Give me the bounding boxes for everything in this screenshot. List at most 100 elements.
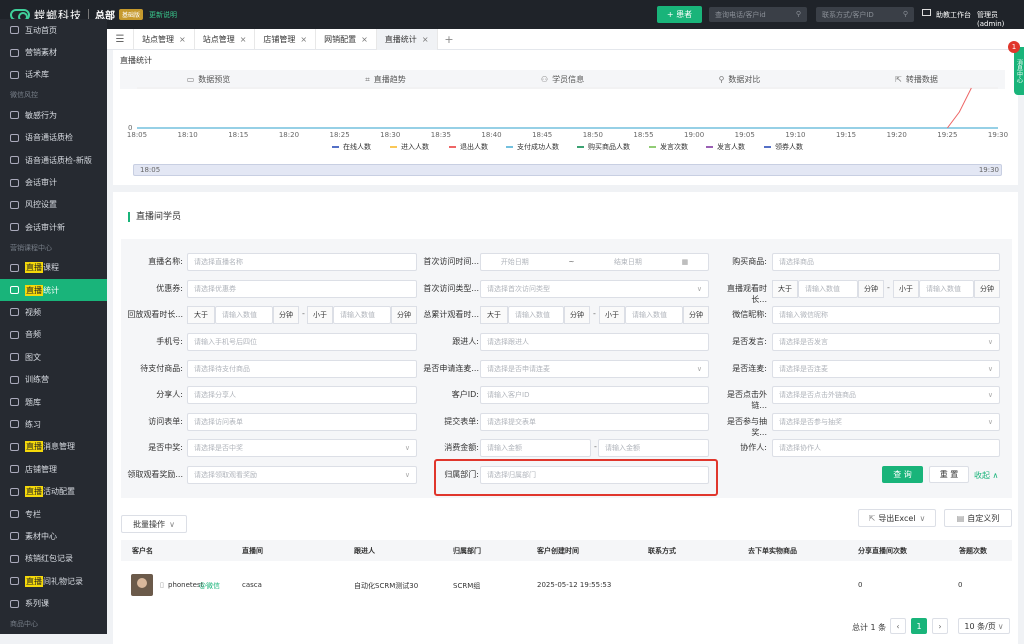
search-icon[interactable]: ⚲ <box>903 10 908 18</box>
total-count: 总计 1 条 <box>852 623 887 632</box>
tab-4[interactable]: 直播统计 × <box>375 29 437 50</box>
x-tick-label: 18:05 <box>127 131 147 139</box>
sharer-select[interactable]: 请选择分享人 <box>187 386 417 404</box>
mail-icon[interactable] <box>922 9 931 16</box>
legend-item[interactable]: 在线人数 <box>332 142 371 152</box>
sidebar-item-column[interactable]: 专栏 <box>0 503 107 525</box>
follower-select[interactable]: 请选择跟进人 <box>480 333 709 351</box>
sidebar-item-redpacket[interactable]: 核销红包记录 <box>0 548 107 570</box>
reset-button[interactable]: 重 置 <box>929 466 969 483</box>
lottery-select[interactable]: 请选择是否参与抽奖 ∨ <box>772 413 1000 431</box>
sidebar-item-live-stats[interactable]: 直播 统计 <box>0 278 107 302</box>
close-icon[interactable]: × <box>300 35 307 44</box>
contact-search-input[interactable]: 联系方式/客户ID ⚲ <box>816 7 914 22</box>
won-select[interactable]: 请选择是否中奖 ∨ <box>187 439 417 457</box>
search-icon[interactable]: ⚲ <box>796 10 801 18</box>
tab-0[interactable]: 站点管理 × <box>133 29 194 50</box>
query-button[interactable]: 查 询 <box>882 466 923 483</box>
sidebar-item-live-messages[interactable]: 直播 消息管理 <box>0 436 107 458</box>
sidebar-item-interaction-home[interactable]: 互动首页 <box>0 19 107 41</box>
first-visit-type-select[interactable]: 请选择首次访问类型 ∨ <box>480 280 709 298</box>
sidebar-item-label: 核销红包记录 <box>25 554 73 564</box>
add-patient-button[interactable]: + 患者 <box>657 6 702 23</box>
menu-toggle-icon[interactable]: ☰ <box>107 29 133 50</box>
sidebar-item-camp[interactable]: 训练营 <box>0 368 107 390</box>
legend-item[interactable]: 发言人数 <box>706 142 745 152</box>
won-placeholder: 请选择是否中奖 <box>194 444 243 452</box>
submit-form-select[interactable]: 请选择提交表单 <box>480 413 709 431</box>
calendar-icon[interactable]: ▦ <box>682 258 689 266</box>
prev-page-button[interactable]: ‹ <box>890 618 906 634</box>
applied-cs-select[interactable]: 请选择是否申请连麦 ∨ <box>480 360 709 378</box>
sidebar-item-video[interactable]: 视频 <box>0 301 107 323</box>
close-icon[interactable]: × <box>179 35 186 44</box>
time-range-slider[interactable]: 18:05 19:30 <box>133 164 1002 176</box>
legend-label: 支付成功人数 <box>517 143 559 151</box>
live-lt-input[interactable]: 请输入数值 <box>919 280 974 298</box>
wechat-nick-input[interactable]: 请输入微信昵称 <box>772 306 1000 324</box>
sidebar-item-live-gifts[interactable]: 直播 间礼物记录 <box>0 570 107 592</box>
customer-id-input[interactable]: 请输入客户ID <box>480 386 709 404</box>
pending-goods-select[interactable]: 请选择待支付商品 <box>187 360 417 378</box>
tab-1[interactable]: 站点管理 × <box>193 29 255 50</box>
sidebar-item-series[interactable]: 系列课 <box>0 592 107 614</box>
legend-item[interactable]: 支付成功人数 <box>506 142 559 152</box>
batch-actions-dropdown[interactable]: 批量操作 ∨ <box>121 515 187 533</box>
close-icon[interactable]: × <box>422 35 429 44</box>
legend-item[interactable]: 发言次数 <box>649 142 688 152</box>
live-name-select[interactable]: 请选择直播名称 <box>187 253 417 271</box>
message-center-tab[interactable]: 消息中心 <box>1014 47 1024 95</box>
sidebar-item-practice[interactable]: 练习 <box>0 413 107 435</box>
amount-min-input[interactable]: 请输入金额 <box>480 439 591 457</box>
purchase-goods-select[interactable]: 请选择商品 <box>772 253 1000 271</box>
sidebar-item-live-course[interactable]: 直播 课程 <box>0 257 107 279</box>
phone-input[interactable]: 请输入手机号后四位 <box>187 333 417 351</box>
assistant-workbench-link[interactable]: 助教工作台 <box>936 10 971 20</box>
sidebar-item-shop[interactable]: 店铺管理 <box>0 458 107 480</box>
page-1-button[interactable]: 1 <box>911 618 927 634</box>
tab-2[interactable]: 店铺管理 × <box>254 29 315 50</box>
legend-item[interactable]: 购买商品人数 <box>577 142 630 152</box>
replay-lt-input[interactable]: 请输入数值 <box>333 306 391 324</box>
page-size-select[interactable]: 10 条/页 ∨ <box>958 618 1010 634</box>
custom-columns-button[interactable]: ▤ 自定义列 <box>944 509 1012 527</box>
total-gt-label: 大于 <box>480 306 508 324</box>
live-gt-input[interactable]: 请输入数值 <box>798 280 858 298</box>
phone-search-input[interactable]: 查询电话/客户id ⚲ <box>709 7 807 22</box>
close-icon[interactable]: × <box>361 35 368 44</box>
legend-item[interactable]: 进入人数 <box>390 142 429 152</box>
sidebar-item-live-activity[interactable]: 直播 活动配置 <box>0 480 107 502</box>
coupon-select[interactable]: 请选择优惠券 <box>187 280 417 298</box>
visit-form-select[interactable]: 请选择访问表单 <box>187 413 417 431</box>
update-notes-link[interactable]: 更新说明 <box>149 10 177 20</box>
sidebar-item-marketing-material[interactable]: 营销素材 <box>0 41 107 63</box>
sidebar-item-material-center[interactable]: 素材中心 <box>0 525 107 547</box>
legend-item[interactable]: 领券人数 <box>764 142 803 152</box>
export-excel-button[interactable]: ⇱ 导出Excel ∨ <box>858 509 936 527</box>
connected-select[interactable]: 请选择是否连麦 ∨ <box>772 360 1000 378</box>
replay-gt-input[interactable]: 请输入数值 <box>215 306 273 324</box>
tab-3[interactable]: 网销配置 × <box>315 29 376 50</box>
next-page-button[interactable]: › <box>932 618 948 634</box>
sidebar-item-article[interactable]: 图文 <box>0 346 107 368</box>
collapse-toggle[interactable]: 收起 ∧ <box>974 470 998 481</box>
total-lt-input[interactable]: 请输入数值 <box>625 306 683 324</box>
amount-max-input[interactable]: 请输入金额 <box>598 439 709 457</box>
spoke-select[interactable]: 请选择是否发言 ∨ <box>772 333 1000 351</box>
close-icon[interactable]: × <box>240 35 247 44</box>
sidebar-item-question-bank[interactable]: 题库 <box>0 391 107 413</box>
sidebar-item-audio[interactable]: 音频 <box>0 324 107 346</box>
collaborator-select[interactable]: 请选择协作人 <box>772 439 1000 457</box>
add-tab-icon[interactable]: + <box>436 29 461 49</box>
legend-item[interactable]: 退出人数 <box>449 142 488 152</box>
watch-reward-select[interactable]: 请选择领取观看奖励 ∨ <box>187 466 417 484</box>
tab-bar: ☰ 站点管理 × 站点管理 × 店铺管理 × 网销配置 × 直播统计 × + <box>107 29 1024 50</box>
first-visit-date-range[interactable]: 开始日期 ~ 结束日期 ▦ <box>480 253 709 271</box>
chevron-down-icon: ∨ <box>987 418 993 426</box>
total-gt-input[interactable]: 请输入数值 <box>508 306 564 324</box>
section-title: 直播间学员 <box>128 212 181 222</box>
lottery-placeholder: 请选择是否参与抽奖 <box>779 418 842 426</box>
user-menu[interactable]: 管理员(admin) <box>977 10 1024 28</box>
answer-count-cell: 0 <box>958 581 963 589</box>
clicked-link-select[interactable]: 请选择是否点击外链商品 ∨ <box>772 386 1000 404</box>
